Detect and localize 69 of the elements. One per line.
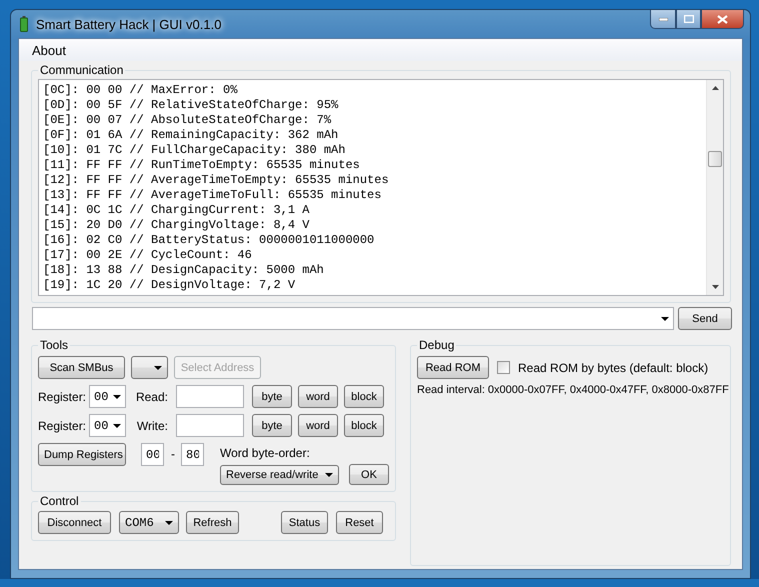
log-line: [17]: 00 2E // CycleCount: 46 [43,248,253,263]
log-line: [0F]: 01 6A // RemainingCapacity: 362 mAh [43,128,340,143]
group-title: Communication [39,63,124,77]
size-button[interactable]: block [344,385,384,408]
dump-registers-button[interactable]: Dump Registers [38,443,126,466]
register-label: Register: [38,418,88,432]
caret-icon [661,316,669,320]
byte-order-dropdown[interactable]: Reverse read/write [220,464,339,484]
log-line: [0C]: 00 00 // MaxError: 0% [43,83,238,98]
command-combobox[interactable] [32,307,674,330]
ok-button[interactable]: OK [349,464,389,485]
log-line: [16]: 02 C0 // BatteryStatus: 0000001011000000 [43,233,376,248]
maximize-icon [684,15,694,23]
register-label: Register: [38,390,88,404]
register-dropdown[interactable]: 00 [89,414,126,437]
log-line: [12]: FF FF // AverageTimeToEmpty: 65535 minutes [43,173,390,188]
scrollbar[interactable] [706,80,723,295]
port-dropdown[interactable]: COM6 [119,511,179,534]
close-button[interactable] [701,10,744,29]
reset-button[interactable]: Reset [336,511,383,534]
caret-icon [113,424,121,428]
value-field[interactable] [176,385,244,408]
register-dropdown[interactable]: 00 [89,385,126,408]
log-line: [13]: FF FF // AverageTimeToFull: 65535 minutes [43,188,382,203]
send-button[interactable]: Send [678,307,732,330]
log-line: [0E]: 00 07 // AbsoluteStateOfCharge: 7% [43,113,332,128]
window-title: Smart Battery Hack | GUI v0.1.0 [36,16,222,32]
close-icon [717,14,728,24]
battery-icon [20,16,28,32]
checkbox-label: Read ROM by bytes (default: block) [518,360,708,374]
log-line: [11]: FF FF // RunTimeToEmpty: 65535 minutes [43,158,361,173]
scan-smbus-button[interactable]: Scan SMBus [38,356,125,379]
maximize-button[interactable] [676,10,701,29]
log-line: [19]: 1C 20 // DesignVoltage: 7,2 V [43,278,296,293]
checkbox[interactable] [497,361,510,374]
size-button[interactable]: byte [252,385,292,408]
size-button[interactable]: word [298,414,338,437]
log-line: [10]: 01 7C // FullChargeCapacity: 380 mAh [43,143,346,158]
refresh-button[interactable]: Refresh [186,511,239,534]
byte-order-label: Word byte-order: [220,446,311,460]
size-button[interactable]: block [344,414,384,437]
address-dropdown[interactable] [131,356,168,379]
log-line: [15]: 20 D0 // ChargingVoltage: 8,4 V [43,218,310,233]
scroll-down-icon[interactable] [712,285,719,289]
group-title: Control [39,494,80,508]
group-title: Debug [418,338,456,352]
value-field[interactable] [176,414,244,437]
log-line: [14]: 0C 1C // ChargingCurrent: 3,1 A [43,203,310,218]
read-interval-text: Read interval: 0x0000-0x07FF, 0x4000-0x47FF, 0x8000-0x87FF [417,384,729,396]
log-line: [0D]: 00 5F // RelativeStateOfCharge: 95% [43,98,340,113]
scroll-thumb[interactable] [708,151,722,167]
status-button[interactable]: Status [281,511,328,534]
group-title: Tools [39,338,70,352]
read-rom-button[interactable]: Read ROM [417,356,489,379]
caret-icon [113,394,121,398]
caret-icon [165,520,173,524]
scroll-up-icon[interactable] [712,86,719,90]
operation-label: Read: [134,390,169,404]
menu-item[interactable]: About [25,42,73,58]
caret-icon [154,366,162,370]
size-button[interactable]: byte [252,414,292,437]
disconnect-button[interactable]: Disconnect [38,511,111,534]
log-line: [18]: 13 88 // DesignCapacity: 5000 mAh [43,263,325,278]
minimize-icon [658,18,668,20]
range-separator: - [171,447,175,461]
size-button[interactable]: word [298,385,338,408]
caret-icon [325,472,333,476]
operation-label: Write: [136,418,169,432]
minimize-button[interactable] [650,10,676,29]
